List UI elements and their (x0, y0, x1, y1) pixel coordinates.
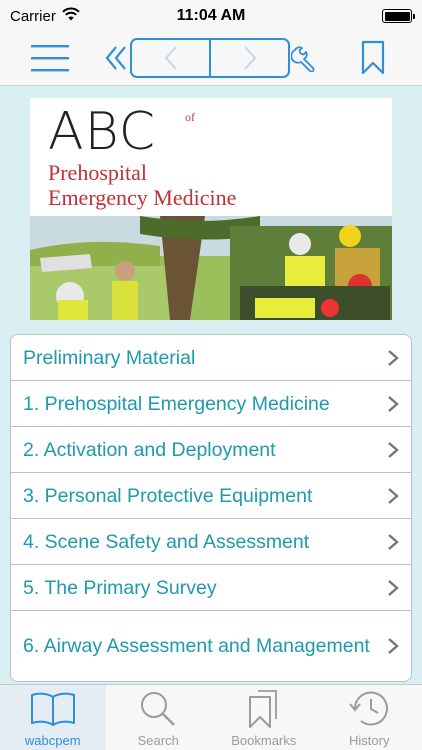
cover-subtitle: Prehospital Emergency Medicine (48, 160, 236, 210)
toc-item-label: 2. Activation and Deployment (23, 438, 276, 461)
tab-bar: wabcpem Search Bookmarks History (0, 684, 422, 750)
toc-item-chapter-4[interactable]: 4. Scene Safety and Assessment (11, 519, 411, 565)
toc-item-chapter-5[interactable]: 5. The Primary Survey (11, 565, 411, 611)
tab-bookmarks[interactable]: Bookmarks (211, 685, 317, 750)
toc-item-label: 1. Prehospital Emergency Medicine (23, 392, 330, 415)
battery-level (384, 11, 410, 21)
chevron-right-icon (243, 46, 256, 70)
chevron-right-icon (388, 395, 399, 412)
book-cover-image: ABC of Prehospital Emergency Medicine (30, 98, 392, 320)
chevron-right-icon (388, 349, 399, 366)
page-nav-group (130, 38, 290, 78)
toc-item-label: Preliminary Material (23, 346, 196, 369)
toc-item-chapter-6[interactable]: 6. Airway Assessment and Management (11, 611, 411, 681)
tools-button[interactable] (290, 41, 320, 75)
rewind-button[interactable] (104, 41, 130, 75)
toc-item-preliminary-material[interactable]: Preliminary Material (11, 335, 411, 381)
chevron-right-icon (388, 441, 399, 458)
forward-button[interactable] (209, 40, 288, 76)
cover-subtitle-line2: Emergency Medicine (48, 185, 237, 210)
cover-subtitle-line1: Prehospital (48, 160, 147, 185)
tab-search[interactable]: Search (106, 685, 212, 750)
cover-title-of: of (185, 110, 195, 124)
battery-icon (382, 9, 415, 23)
book-home-content: ABC of Prehospital Emergency Medicine Pr… (0, 86, 422, 684)
chevron-right-icon (388, 487, 399, 504)
wifi-icon (62, 7, 80, 25)
tab-label: wabcpem (24, 733, 81, 748)
hamburger-menu-icon (31, 45, 69, 72)
menu-button[interactable] (28, 39, 72, 77)
carrier-label: Carrier (10, 7, 56, 25)
tab-label: History (349, 733, 390, 748)
bookmarks-icon (241, 689, 287, 729)
chevron-right-icon (388, 638, 399, 654)
wrench-icon (291, 46, 315, 72)
status-left: Carrier (10, 7, 80, 25)
toc-item-label: 6. Airway Assessment and Management (23, 635, 370, 657)
tab-label: Bookmarks (231, 733, 297, 748)
tab-label: Search (137, 733, 179, 748)
toc-item-label: 3. Personal Protective Equipment (23, 484, 313, 507)
toc-item-chapter-2[interactable]: 2. Activation and Deployment (11, 427, 411, 473)
magnifier-icon (135, 689, 181, 729)
cover-photo (30, 216, 392, 320)
tab-wabcpem[interactable]: wabcpem (0, 685, 106, 750)
table-of-contents: Preliminary Material 1. Prehospital Emer… (10, 334, 412, 682)
status-bar: Carrier 11:04 AM (0, 0, 422, 32)
toc-item-label: 5. The Primary Survey (23, 576, 217, 599)
chevron-right-icon (388, 579, 399, 596)
chevron-right-icon (388, 533, 399, 550)
toolbar (0, 32, 422, 86)
back-button[interactable] (132, 40, 209, 76)
history-clock-icon (346, 689, 392, 729)
tab-history[interactable]: History (317, 685, 422, 750)
book-icon (30, 689, 76, 729)
double-chevron-left-icon (105, 46, 126, 70)
chevron-left-icon (164, 46, 177, 70)
bookmark-icon (361, 40, 385, 75)
toc-item-chapter-1[interactable]: 1. Prehospital Emergency Medicine (11, 381, 411, 427)
toc-item-chapter-3[interactable]: 3. Personal Protective Equipment (11, 473, 411, 519)
toc-item-label: 4. Scene Safety and Assessment (23, 530, 310, 553)
bookmark-button[interactable] (356, 38, 390, 78)
cover-title-abc: ABC (48, 102, 157, 162)
